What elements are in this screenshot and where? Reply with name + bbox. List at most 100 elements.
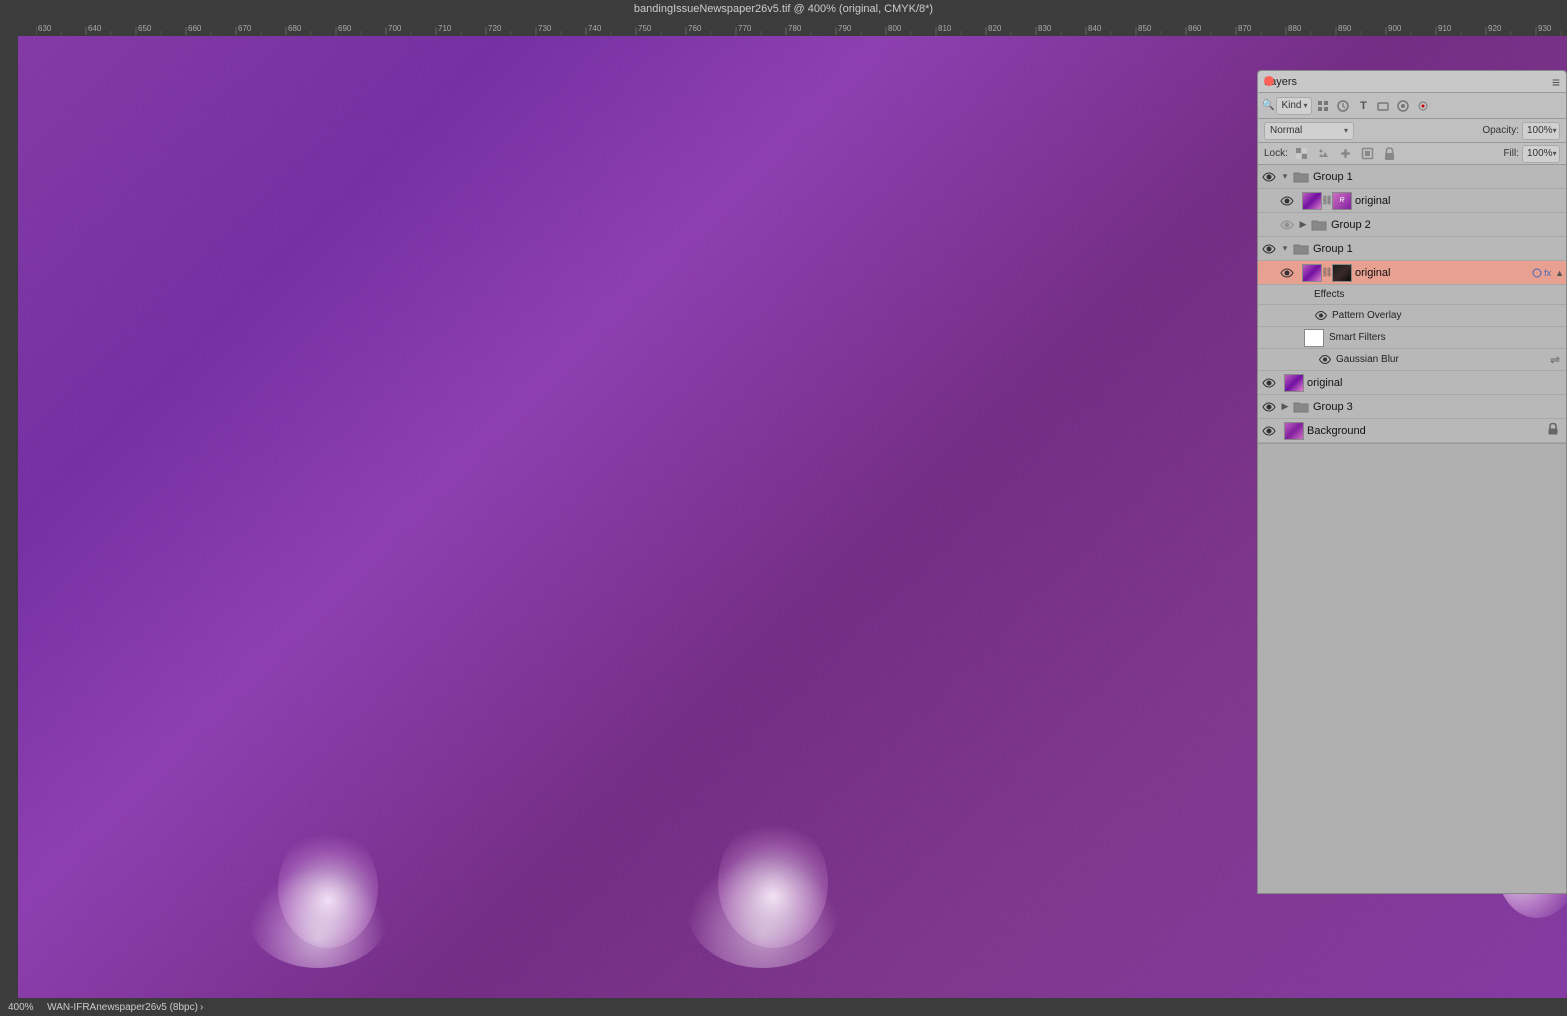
layer-name-original-top: original [1352,195,1564,207]
document-title: bandingIssueNewspaper26v5.tif @ 400% (or… [634,3,933,15]
filter-target-icon[interactable] [1414,97,1432,115]
layer-group1-top[interactable]: ▾ Group 1 [1258,165,1566,189]
visibility-group1-top[interactable] [1260,168,1278,186]
blend-mode-dropdown[interactable]: Normal ▾ [1264,122,1354,140]
layer-original-bottom[interactable]: original [1258,371,1566,395]
gaussian-blur-name: Gaussian Blur [1332,354,1550,365]
layer-group2[interactable]: ▶ Group 2 [1258,213,1566,237]
blend-chevron: ▾ [1344,126,1348,135]
svg-text:800: 800 [888,24,902,33]
folder-group3 [1292,398,1310,416]
layer-fx-collapse[interactable]: ▲ [1555,268,1564,278]
panel-empty-area [1258,443,1566,893]
fx-text: fx [1544,268,1551,278]
layers-list: ▾ Group 1 ⛓ R original [1258,165,1566,443]
svg-text:780: 780 [788,24,802,33]
layer-name-background: Background [1304,425,1548,437]
svg-text:740: 740 [588,24,602,33]
pattern-overlay-name: Pattern Overlay [1328,310,1401,321]
layer-original-mid[interactable]: ⛓ original fx ▲ [1258,261,1566,285]
opacity-value[interactable]: 100% ▾ [1522,122,1560,140]
expand-group2[interactable]: ▶ [1296,216,1310,234]
svg-text:880: 880 [1288,24,1302,33]
filter-shape-icon[interactable] [1374,97,1392,115]
panel-collapse-icon[interactable]: ≡ [1552,74,1560,90]
svg-text:690: 690 [338,24,352,33]
expand-group1-mid[interactable]: ▾ [1278,240,1292,258]
smart-filters-name: Smart Filters [1324,332,1386,343]
effects-header: Effects [1258,285,1566,305]
layer-original-top[interactable]: ⛓ R original [1258,189,1566,213]
svg-text:890: 890 [1338,24,1352,33]
svg-text:810: 810 [938,24,952,33]
expand-group1-top[interactable]: ▾ [1278,168,1292,186]
lock-all-icon[interactable] [1382,146,1398,162]
gaussian-blur-row[interactable]: Gaussian Blur ⇌ [1258,349,1566,371]
svg-text:900: 900 [1388,24,1402,33]
background-lock-icon [1548,423,1558,438]
svg-text:650: 650 [138,24,152,33]
opacity-number: 100% [1527,125,1553,136]
gaussian-blur-settings[interactable]: ⇌ [1550,353,1560,367]
layer-name-group3: Group 3 [1310,401,1564,413]
svg-text:630: 630 [38,24,52,33]
lock-position-icon[interactable] [1338,146,1354,162]
visibility-original-bottom[interactable] [1260,374,1278,392]
title-bar: bandingIssueNewspaper26v5.tif @ 400% (or… [0,0,1567,18]
lock-image-icon[interactable] [1316,146,1332,162]
fill-chevron: ▾ [1553,149,1557,158]
kind-label: Kind [1281,100,1301,111]
lock-transparency-icon[interactable] [1294,146,1310,162]
svg-text:820: 820 [988,24,1002,33]
svg-text:920: 920 [1488,24,1502,33]
svg-text:720: 720 [488,24,502,33]
opacity-control: Opacity: 100% ▾ [1482,122,1560,140]
filter-adjustment-icon[interactable] [1334,97,1352,115]
visibility-gaussian[interactable] [1318,352,1332,368]
thumb1-original-top [1302,192,1322,210]
svg-text:700: 700 [388,24,402,33]
visibility-pattern-overlay[interactable] [1314,308,1328,324]
link-icon-original-mid: ⛓ [1322,267,1332,278]
smart-filters-row[interactable]: Smart Filters [1258,327,1566,349]
expand-group3[interactable]: ▶ [1278,398,1292,416]
layers-panel: Layers ≡ 🔍 Kind ▾ T [1257,70,1567,894]
svg-text:930: 930 [1538,24,1552,33]
filter-type-icon[interactable]: T [1354,97,1372,115]
layer-group3[interactable]: ▶ Group 3 [1258,395,1566,419]
svg-text:730: 730 [538,24,552,33]
opacity-label: Opacity: [1482,125,1519,136]
thumb-background [1284,422,1304,440]
separator [38,1002,44,1013]
visibility-group3[interactable] [1260,398,1278,416]
panel-close-btn[interactable] [1264,76,1274,86]
svg-text:830: 830 [1038,24,1052,33]
kind-dropdown[interactable]: Kind ▾ [1276,97,1312,115]
visibility-group1-mid[interactable] [1260,240,1278,258]
thumb-original-bottom [1284,374,1304,392]
svg-text:660: 660 [188,24,202,33]
visibility-original-top[interactable] [1278,192,1296,210]
fill-number: 100% [1527,148,1553,159]
visibility-original-mid[interactable] [1278,264,1296,282]
ruler-vertical [0,36,18,998]
layer-background[interactable]: Background [1258,419,1566,443]
zoom-level: 400% [8,1002,34,1013]
filter-pixel-icon[interactable] [1314,97,1332,115]
svg-text:680: 680 [288,24,302,33]
svg-text:790: 790 [838,24,852,33]
layer-group1-mid[interactable]: ▾ Group 1 [1258,237,1566,261]
smart-filter-thumb [1304,329,1324,347]
lock-artboard-icon[interactable] [1360,146,1376,162]
visibility-group2[interactable] [1278,216,1296,234]
visibility-background[interactable] [1260,422,1278,440]
orb-center-glow [688,858,838,968]
kind-search-group: 🔍 Kind ▾ [1262,97,1312,115]
thumb1-original-mid [1302,264,1322,282]
fill-value[interactable]: 100% ▾ [1522,145,1560,163]
filter-smart-icon[interactable] [1394,97,1412,115]
svg-text:840: 840 [1088,24,1102,33]
panel-titlebar: Layers ≡ [1258,71,1566,93]
bottom-status-bar: 400% WAN-IFRAnewspaper26v5 (8bpc) › [0,998,1567,1016]
pattern-overlay-row[interactable]: Pattern Overlay [1258,305,1566,327]
